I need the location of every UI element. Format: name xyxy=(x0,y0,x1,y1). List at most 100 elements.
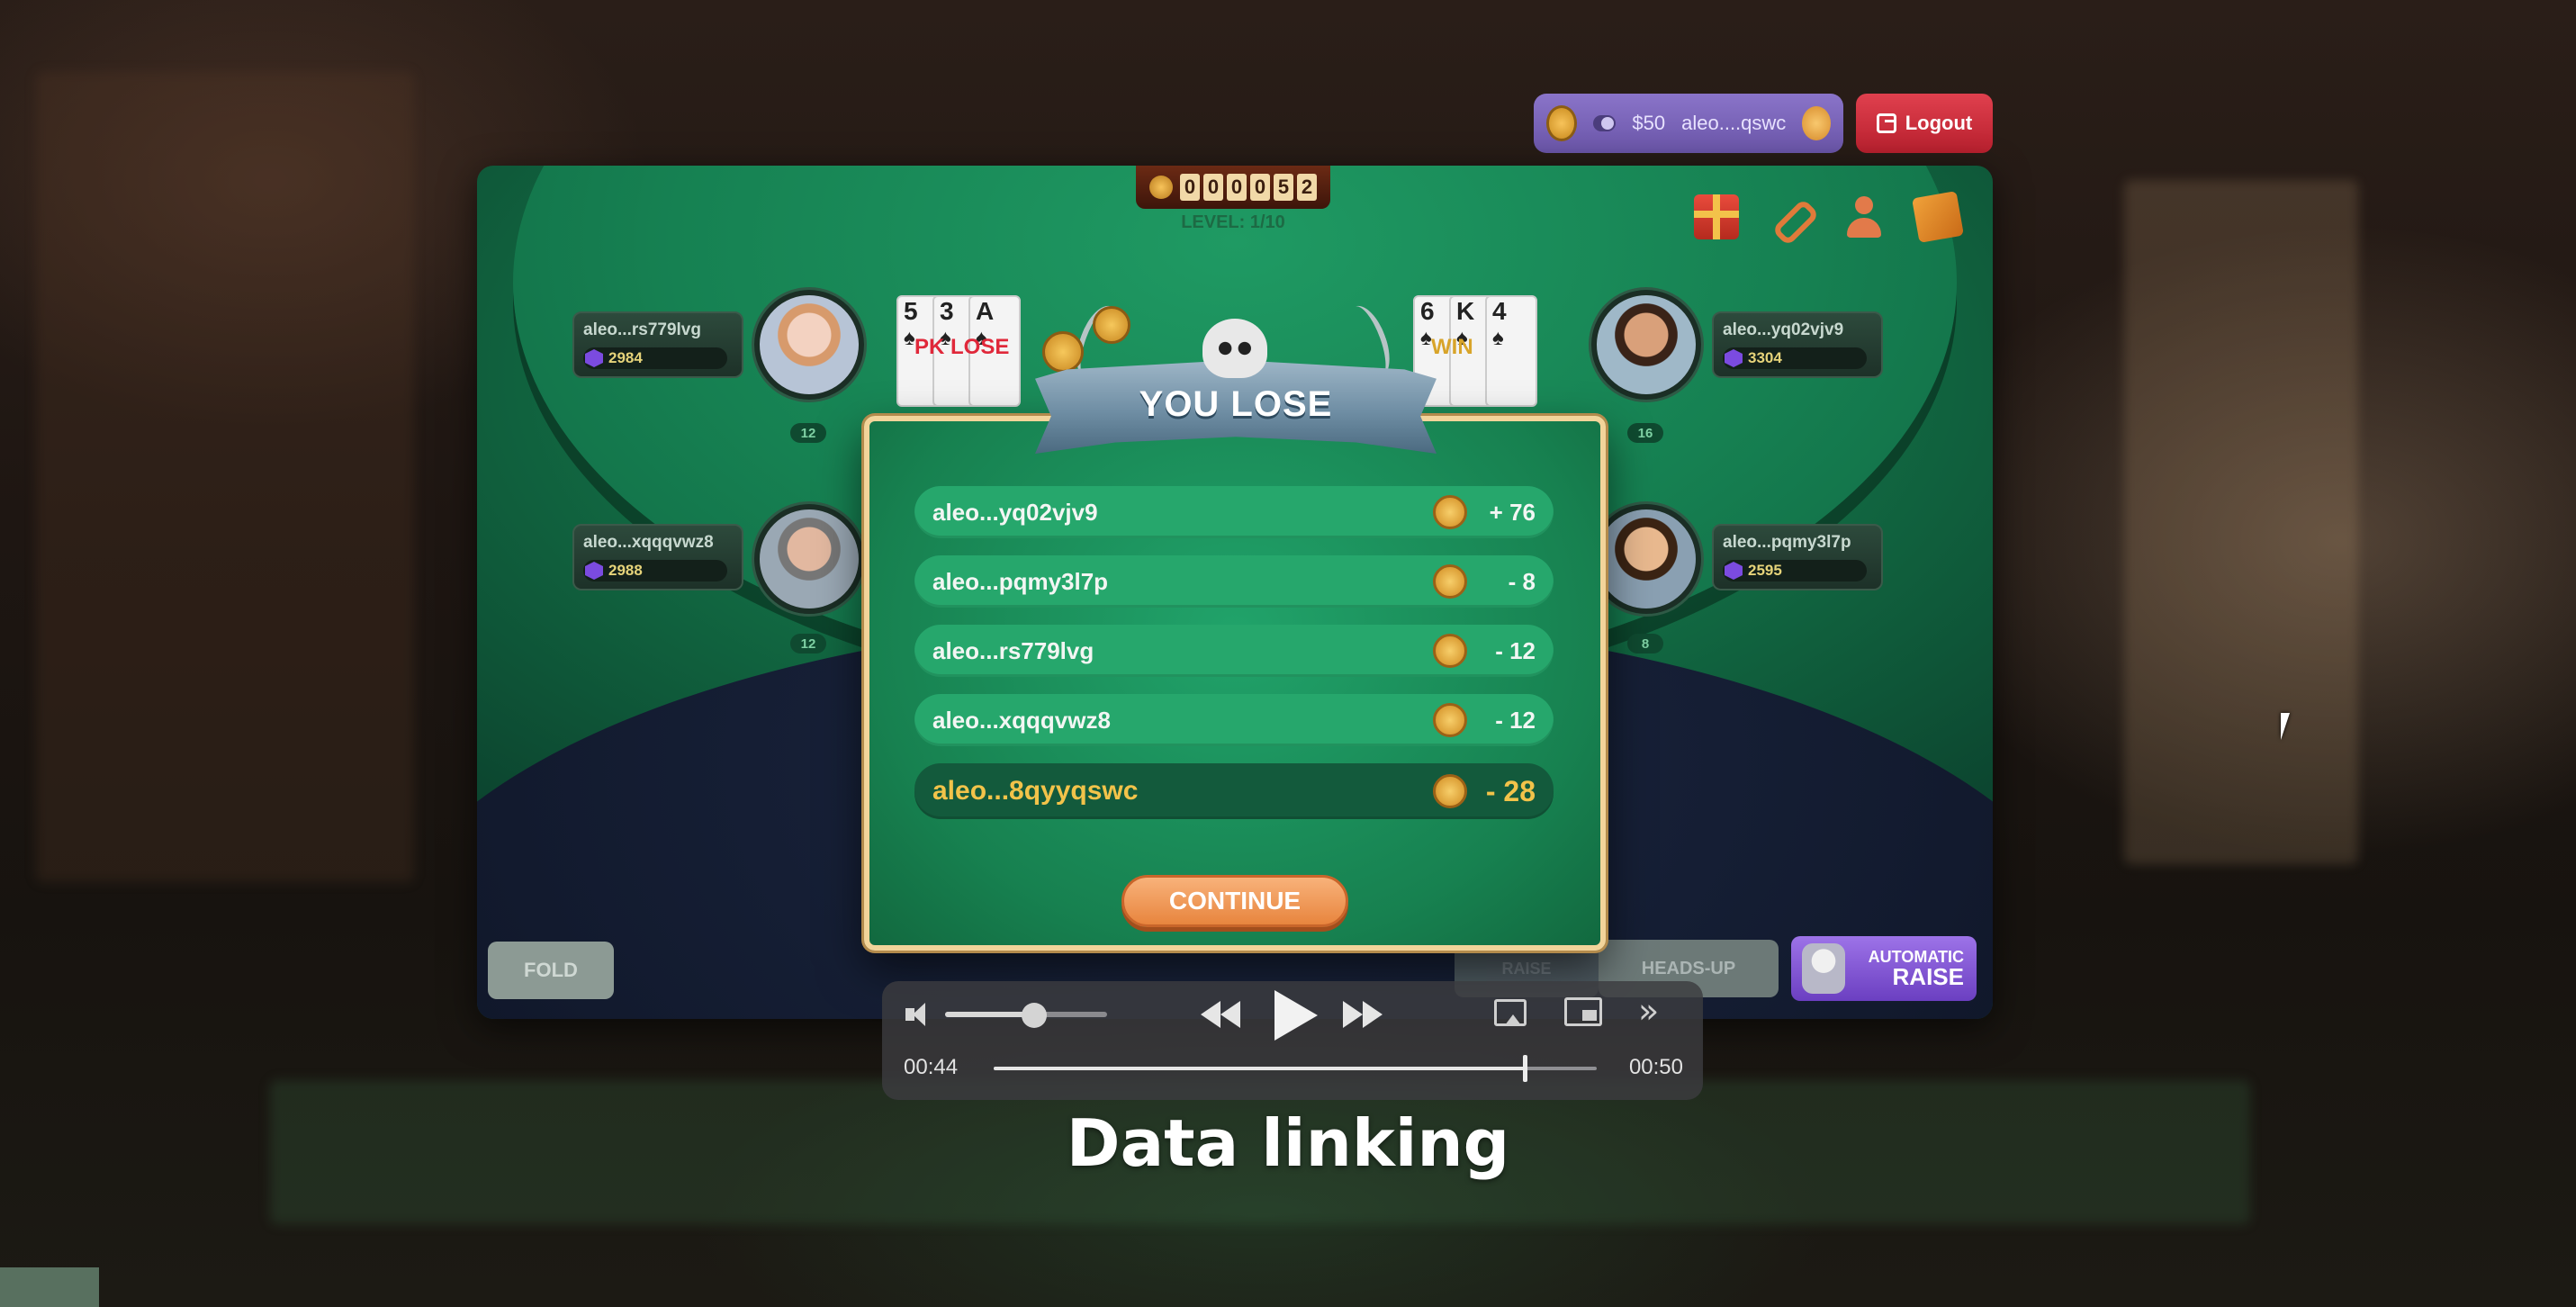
seat-number: 12 xyxy=(790,634,826,654)
skull-icon xyxy=(1202,319,1267,378)
auto-raise-big-label: RAISE xyxy=(1892,963,1964,990)
progress-bar[interactable] xyxy=(994,1055,1597,1082)
player-avatar[interactable] xyxy=(1591,504,1701,614)
player-plate-4: aleo...pqmy3l7p 2595 xyxy=(1712,524,1883,590)
link-icon[interactable] xyxy=(1768,194,1813,239)
hand-left: 5 3 A PK LOSE xyxy=(896,295,1021,407)
seat-number: 8 xyxy=(1627,634,1663,654)
result-player-name: aleo...yq02vjv9 xyxy=(932,498,1098,526)
time-current: 00:44 xyxy=(904,1055,959,1079)
result-player-name: aleo...pqmy3l7p xyxy=(932,567,1109,595)
player-balance-value: 2984 xyxy=(608,349,643,366)
player-name: aleo...pqmy3l7p xyxy=(1723,533,1851,552)
coin-icon xyxy=(1433,634,1467,668)
play-icon[interactable] xyxy=(1274,990,1318,1041)
coin-icon xyxy=(1433,703,1467,737)
counter-digit: 0 xyxy=(1180,174,1200,201)
result-title: YOU LOSE xyxy=(1139,383,1333,424)
account-balance: $50 xyxy=(1632,112,1666,134)
result-list: aleo...yq02vjv9 + 76 aleo...pqmy3l7p - 8… xyxy=(914,486,1554,836)
picture-in-picture-icon[interactable] xyxy=(1564,997,1602,1026)
player-plate-1: aleo...rs779lvg 2984 xyxy=(572,311,743,378)
player-plate-3: aleo...yq02vjv9 3304 xyxy=(1712,311,1883,378)
cards-icon[interactable] xyxy=(1912,191,1964,243)
result-delta: + 76 xyxy=(1489,498,1536,526)
time-total: 00:50 xyxy=(1628,1055,1683,1079)
result-row: aleo...rs779lvg - 12 xyxy=(914,625,1554,677)
progress-fill xyxy=(994,1067,1525,1070)
player-avatar[interactable] xyxy=(1591,290,1701,400)
pot-counter: 0 0 0 0 5 2 xyxy=(1136,166,1330,209)
hand-result-win: WIN xyxy=(1431,335,1473,359)
video-controls: » 00:44 00:50 xyxy=(882,981,1703,1100)
account-bar[interactable]: $50 aleo....qswc xyxy=(1534,94,1843,153)
player-balance: 2988 xyxy=(583,560,727,581)
result-row-self: aleo...8qyyqswc - 28 xyxy=(914,763,1554,819)
player-plate-2: aleo...xqqqvwz8 2988 xyxy=(572,524,743,590)
coin-icon xyxy=(1433,564,1467,599)
hand-result-lose: PK LOSE xyxy=(914,335,1010,359)
logout-label: Logout xyxy=(1905,112,1973,134)
result-delta: - 8 xyxy=(1508,567,1536,595)
progress-handle[interactable] xyxy=(1522,1055,1527,1082)
result-player-name: aleo...rs779lvg xyxy=(932,636,1094,664)
player-name: aleo...rs779lvg xyxy=(583,320,701,339)
seat-number: 12 xyxy=(790,423,826,443)
fast-forward-icon[interactable] xyxy=(1343,1001,1386,1028)
rewind-icon[interactable] xyxy=(1201,1001,1244,1028)
player-avatar[interactable] xyxy=(754,504,864,614)
background-bookshelf xyxy=(36,72,414,882)
player-balance-value: 3304 xyxy=(1748,349,1782,366)
subtitle-caption: Data linking xyxy=(1066,1105,1510,1181)
player-name: aleo...yq02vjv9 xyxy=(1723,320,1844,339)
player-balance-value: 2595 xyxy=(1748,562,1782,579)
gift-icon[interactable] xyxy=(1694,194,1739,239)
coin-icon xyxy=(1433,774,1467,808)
volume-slider[interactable] xyxy=(945,1003,1107,1028)
wallet-address: aleo....qswc xyxy=(1681,112,1787,134)
player-balance-value: 2988 xyxy=(608,562,643,579)
chip-stack-icon xyxy=(1546,105,1578,141)
toggle-icon[interactable] xyxy=(1593,115,1617,131)
player-balance: 2984 xyxy=(583,347,727,369)
coin-icon xyxy=(1042,331,1084,373)
player-name: aleo...xqqqvwz8 xyxy=(583,533,714,552)
gem-icon xyxy=(1725,562,1743,580)
more-icon[interactable]: » xyxy=(1638,994,1671,1030)
result-self-name: aleo...8qyyqswc xyxy=(932,776,1139,806)
result-row: aleo...yq02vjv9 + 76 xyxy=(914,486,1554,538)
gem-icon xyxy=(1725,349,1743,367)
counter-digit: 2 xyxy=(1297,174,1317,201)
airplay-icon[interactable] xyxy=(1494,999,1527,1026)
coin-icon xyxy=(1149,176,1173,199)
result-delta: - 12 xyxy=(1495,706,1536,734)
coin-icon xyxy=(1433,495,1467,529)
result-row: aleo...pqmy3l7p - 8 xyxy=(914,555,1554,608)
continue-button[interactable]: CONTINUE xyxy=(1121,875,1348,927)
player-balance: 2595 xyxy=(1723,560,1867,581)
playing-card: 4 xyxy=(1485,295,1537,407)
corner-thumbnail xyxy=(0,1267,99,1307)
result-delta: - 12 xyxy=(1495,636,1536,664)
logout-button[interactable]: Logout xyxy=(1856,94,1993,153)
result-row: aleo...xqqqvwz8 - 12 xyxy=(914,694,1554,746)
volume-knob[interactable] xyxy=(1022,1003,1047,1028)
player-avatar[interactable] xyxy=(754,290,864,400)
profile-icon[interactable] xyxy=(1842,194,1887,239)
result-player-name: aleo...xqqqvwz8 xyxy=(932,706,1111,734)
result-self-delta: - 28 xyxy=(1485,774,1536,807)
coin-icon xyxy=(1093,306,1130,344)
volume-icon[interactable] xyxy=(905,1001,936,1028)
fold-button[interactable]: FOLD xyxy=(488,942,614,999)
player-balance: 3304 xyxy=(1723,347,1867,369)
gem-icon xyxy=(585,562,603,580)
logout-icon xyxy=(1876,113,1896,133)
gem-icon xyxy=(585,349,603,367)
counter-digit: 0 xyxy=(1203,174,1223,201)
background-lamp xyxy=(2124,180,2358,864)
wallet-avatar-icon[interactable] xyxy=(1802,106,1831,140)
level-label: LEVEL: 1/10 xyxy=(1181,212,1285,232)
counter-digit: 0 xyxy=(1227,174,1247,201)
automatic-raise-button[interactable]: AUTOMATIC RAISE xyxy=(1791,936,1977,1001)
mouse-cursor-icon xyxy=(2281,713,2290,740)
